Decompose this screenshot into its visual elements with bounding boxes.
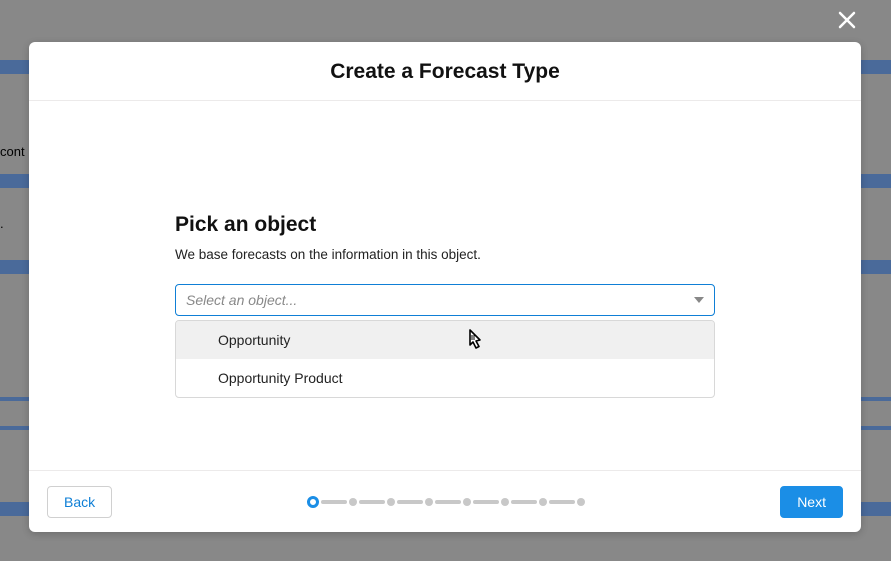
- back-button[interactable]: Back: [47, 486, 112, 518]
- option-label: Opportunity: [218, 332, 290, 348]
- step-line: [435, 500, 461, 504]
- bg-text: cont: [0, 144, 25, 159]
- step-dot: [387, 498, 395, 506]
- modal-title: Create a Forecast Type: [29, 60, 861, 84]
- step-line: [397, 500, 423, 504]
- modal-dialog: Create a Forecast Type Pick an object We…: [29, 42, 861, 532]
- step-indicator: [307, 496, 585, 508]
- section-description: We base forecasts on the information in …: [175, 247, 715, 262]
- step-dot: [463, 498, 471, 506]
- section-title: Pick an object: [175, 213, 715, 237]
- option-label: Opportunity Product: [218, 370, 343, 386]
- next-button[interactable]: Next: [780, 486, 843, 518]
- step-line: [511, 500, 537, 504]
- content-area: Pick an object We base forecasts on the …: [175, 101, 715, 398]
- step-dot: [539, 498, 547, 506]
- object-dropdown: Opportunity Opportunity Product: [175, 320, 715, 398]
- object-select[interactable]: Select an object...: [175, 284, 715, 316]
- chevron-down-icon: [694, 297, 704, 303]
- step-line: [321, 500, 347, 504]
- step-dot: [501, 498, 509, 506]
- step-dot-current: [307, 496, 319, 508]
- step-line: [473, 500, 499, 504]
- modal-backdrop: cont . Create a Forecast Type Pick an ob…: [0, 0, 891, 561]
- bg-text: .: [0, 216, 4, 231]
- step-line: [359, 500, 385, 504]
- step-dot: [349, 498, 357, 506]
- select-placeholder: Select an object...: [186, 292, 297, 308]
- modal-footer: Back Next: [29, 470, 861, 532]
- modal-header: Create a Forecast Type: [29, 42, 861, 101]
- dropdown-option-opportunity-product[interactable]: Opportunity Product: [176, 359, 714, 397]
- dropdown-option-opportunity[interactable]: Opportunity: [176, 321, 714, 359]
- step-dot: [425, 498, 433, 506]
- close-icon[interactable]: [833, 6, 861, 34]
- pointer-cursor-icon: [458, 325, 490, 357]
- step-dot: [577, 498, 585, 506]
- modal-body: Pick an object We base forecasts on the …: [29, 101, 861, 470]
- step-line: [549, 500, 575, 504]
